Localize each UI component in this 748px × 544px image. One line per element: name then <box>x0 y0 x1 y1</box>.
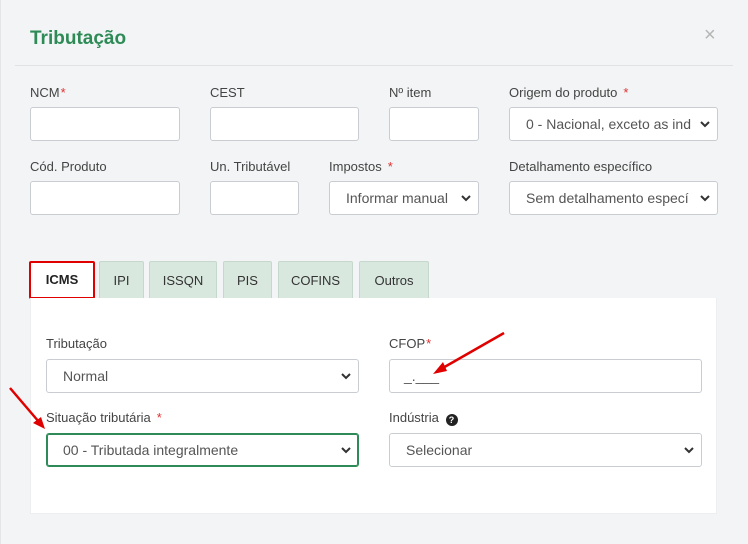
tributacao-modal: Tributação × NCM* CEST Nº item Origem do… <box>0 0 748 544</box>
arrow-to-situacao <box>9 387 45 429</box>
annotation-arrows <box>9 331 505 429</box>
arrow-to-cfop <box>433 331 505 374</box>
